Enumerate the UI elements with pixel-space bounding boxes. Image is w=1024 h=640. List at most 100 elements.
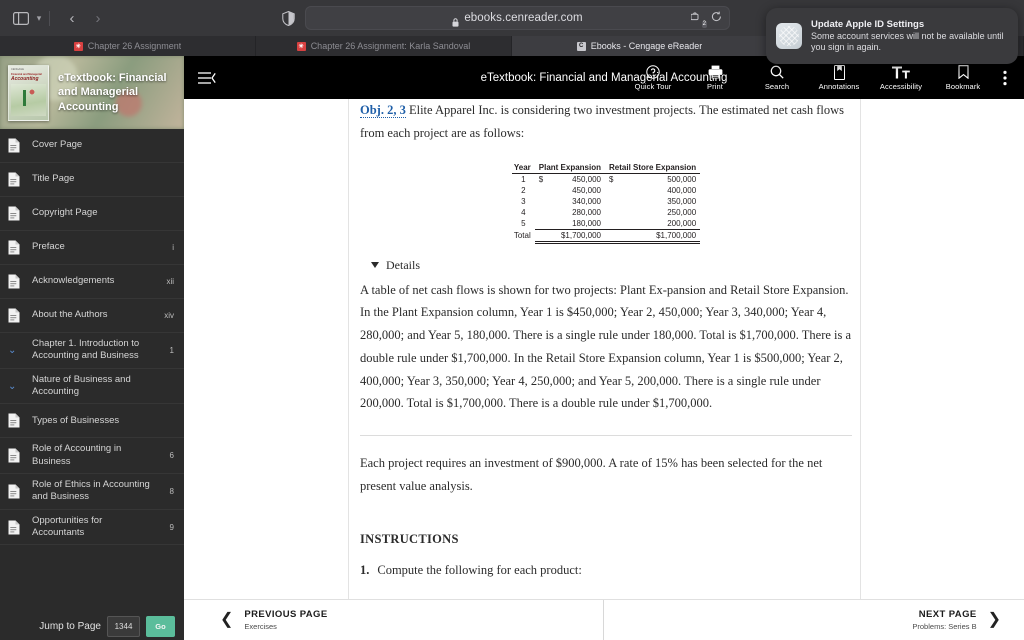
question-circle-icon <box>646 65 660 80</box>
privacy-shield-icon[interactable] <box>279 9 297 27</box>
toc-item-opportunities-for-accountants[interactable]: Opportunities for Accountants 9 <box>0 510 184 546</box>
cell-plant-value: 450,000 <box>572 185 601 195</box>
cell-total-plant: $1,700,000 <box>534 229 605 244</box>
toc-item-label: Acknowledgements <box>32 275 115 287</box>
toolbar-divider <box>49 10 50 26</box>
tool-label: Print <box>707 81 723 91</box>
address-bar-actions: 2 <box>690 7 722 29</box>
notification-text: Update Apple ID Settings Some account se… <box>811 19 1008 54</box>
document-icon <box>8 307 23 325</box>
next-page-title: NEXT PAGE <box>918 609 977 620</box>
cell-year: 3 <box>521 196 526 206</box>
details-description-text: A table of net cash flows is shown for t… <box>360 282 852 411</box>
kebab-menu-icon[interactable] <box>994 70 1016 86</box>
quick-tour-button[interactable]: Quick Tour <box>622 65 684 91</box>
browser-tab-0[interactable]: ✳ Chapter 26 Assignment <box>0 36 256 56</box>
tool-label: Search <box>764 81 790 91</box>
cell-year: 2 <box>521 185 526 195</box>
list-item: 1. Compute the following for each produc… <box>360 563 852 578</box>
next-page-text: NEXT PAGE Problems: Series B <box>912 609 976 631</box>
content-right-rule <box>860 99 861 599</box>
toc-collapse-icon[interactable] <box>197 71 231 85</box>
cell-retail-value: 400,000 <box>667 185 697 195</box>
toc-sidebar: CENGAGE Financial and Managerial Account… <box>0 56 184 640</box>
back-button[interactable]: ‹ <box>59 7 85 29</box>
text-size-icon <box>892 65 910 80</box>
cell-retail: $500,000 <box>605 173 700 185</box>
toc-item-chapter-1[interactable]: ⌄ Chapter 1. Introduction to Accounting … <box>0 333 184 369</box>
document-icon <box>8 482 23 500</box>
objective-link[interactable]: Obj. 2, 3 <box>360 103 406 118</box>
reader-main: eTextbook: Financial and Managerial Acco… <box>184 56 1024 640</box>
accessibility-button[interactable]: Accessibility <box>870 65 932 91</box>
cengage-icon: C <box>576 41 586 51</box>
extensions-icon[interactable]: 2 <box>690 11 707 28</box>
next-page-button[interactable]: NEXT PAGE Problems: Series B ❯ <box>604 600 1023 640</box>
toc-item-role-of-accounting[interactable]: Role of Accounting in Business 6 <box>0 438 184 475</box>
chevron-down-icon[interactable]: ▾ <box>32 8 46 28</box>
book-cover-thumbnail: CENGAGE Financial and Managerial Account… <box>8 64 49 121</box>
url-text: ebooks.cenreader.com <box>464 12 583 24</box>
toc-item-page: 8 <box>169 486 174 496</box>
table-header-row: Year Plant Expansion Retail Store Expans… <box>511 162 701 174</box>
toc-item-cover-page[interactable]: Cover Page <box>0 129 184 163</box>
cell-year: 5 <box>521 218 526 228</box>
document-icon <box>8 518 23 536</box>
sidebar-toggle-icon[interactable] <box>11 8 31 28</box>
cell-total-label: Total <box>513 231 531 240</box>
toc-item-label: Title Page <box>32 173 75 185</box>
forward-button[interactable]: › <box>85 7 111 29</box>
print-button[interactable]: Print <box>684 65 746 91</box>
toc-item-about-the-authors[interactable]: About the Authors xiv <box>0 299 184 333</box>
toc-item-title-page[interactable]: Title Page <box>0 163 184 197</box>
toc-item-types-of-businesses[interactable]: Types of Businesses <box>0 404 184 439</box>
problem-intro-paragraph: Obj. 2, 3 Elite Apparel Inc. is consider… <box>360 99 852 145</box>
page-navigation-bar: ❮ PREVIOUS PAGE Exercises NEXT PAGE Prob… <box>184 599 1024 640</box>
cell-plant-value: 180,000 <box>534 217 605 230</box>
toc-item-preface[interactable]: Preface i <box>0 231 184 265</box>
net-cash-flows-table: Year Plant Expansion Retail Store Expans… <box>511 162 701 244</box>
toc-item-label: Preface <box>32 241 65 253</box>
jump-to-page-input[interactable] <box>107 615 140 637</box>
cell-year: 1 <box>521 174 526 184</box>
toc-item-copyright-page[interactable]: Copyright Page <box>0 197 184 231</box>
toc-item-page: 1 <box>169 345 174 355</box>
document-icon <box>8 205 23 223</box>
cell-retail-value: 350,000 <box>667 196 697 206</box>
cell-retail-value: 200,000 <box>605 217 701 230</box>
previous-page-button[interactable]: ❮ PREVIOUS PAGE Exercises <box>184 600 604 640</box>
toc-item-acknowledgements[interactable]: Acknowledgements xii <box>0 265 184 299</box>
toc-list[interactable]: Cover Page Title Page Copyright Page Pre… <box>0 129 184 612</box>
browser-tab-2-active[interactable]: C Ebooks - Cengage eReader <box>512 36 768 56</box>
book-title: eTextbook: Financial and Managerial Acco… <box>58 71 167 113</box>
document-icon <box>8 171 23 189</box>
notification-title: Update Apple ID Settings <box>811 18 925 30</box>
search-button[interactable]: Search <box>746 65 808 91</box>
bookmark-button[interactable]: Bookmark <box>932 65 994 91</box>
toc-item-page: xii <box>166 277 174 286</box>
chevron-down-icon[interactable]: ⌄ <box>8 341 23 359</box>
cell-plant-value: 280,000 <box>572 207 601 217</box>
document-icon <box>8 412 23 430</box>
cell-retail-value: 500,000 <box>667 174 697 184</box>
details-disclosure-toggle[interactable]: Details <box>371 258 852 273</box>
chevron-down-icon[interactable]: ⌄ <box>8 377 23 395</box>
reload-icon[interactable] <box>711 11 722 25</box>
system-notification[interactable]: Update Apple ID Settings Some account se… <box>766 8 1018 64</box>
net-cash-flows-table-wrapper: Year Plant Expansion Retail Store Expans… <box>360 162 852 244</box>
toc-item-label: Role of Accounting in Business <box>32 443 122 467</box>
cover-artwork <box>11 83 46 116</box>
previous-page-title: PREVIOUS PAGE <box>244 609 328 620</box>
cell-retail-value: 250,000 <box>667 207 697 217</box>
address-bar[interactable]: ebooks.cenreader.com 2 <box>305 6 730 30</box>
toc-item-label: Copyright Page <box>32 207 98 219</box>
tab-label: Chapter 26 Assignment <box>87 41 182 51</box>
browser-tab-1[interactable]: ✳ Chapter 26 Assignment: Karla Sandoval <box>256 36 512 56</box>
table-total-row: Total $1,700,000 $1,700,000 <box>512 229 701 244</box>
cell-total-retail: $1,700,000 <box>605 229 701 244</box>
go-button[interactable]: Go <box>146 615 175 637</box>
annotations-button[interactable]: Annotations <box>808 64 870 91</box>
toc-item-label: Cover Page <box>32 139 83 151</box>
toc-item-role-of-ethics[interactable]: Role of Ethics in Accounting and Busines… <box>0 474 184 510</box>
toc-item-nature-of-business[interactable]: ⌄ Nature of Business and Accounting <box>0 369 184 405</box>
